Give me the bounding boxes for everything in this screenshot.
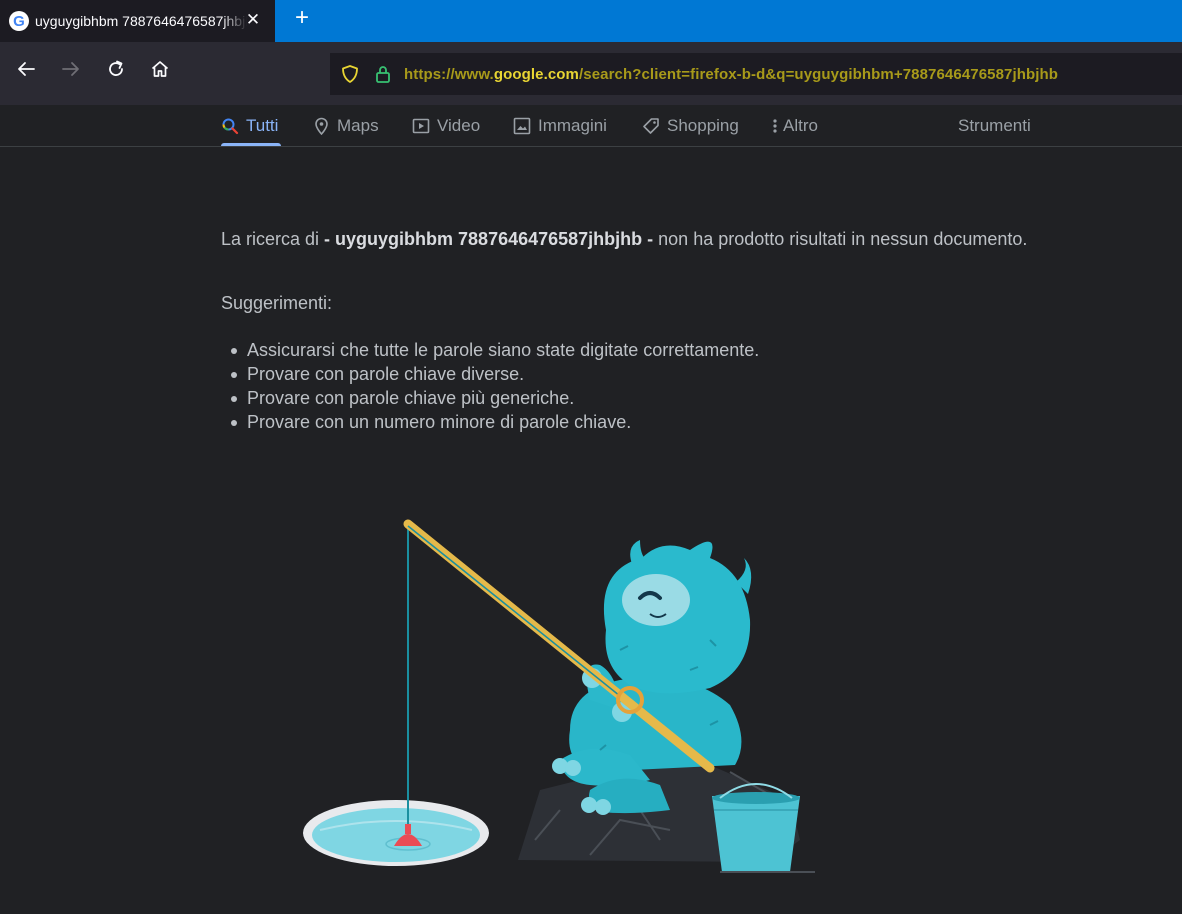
back-button[interactable]: [13, 56, 39, 82]
tab-maps[interactable]: Maps: [313, 105, 379, 147]
tab-label: Tutti: [246, 116, 279, 135]
tools-button[interactable]: Strumenti: [958, 105, 1031, 147]
list-item: Provare con un numero minore di parole c…: [230, 410, 759, 434]
new-tab-button[interactable]: +: [290, 6, 314, 30]
url-bar[interactable]: https://www.google.com/search?client=fir…: [330, 53, 1182, 95]
tag-icon: [643, 118, 659, 134]
home-button[interactable]: [147, 56, 173, 82]
reload-icon: [109, 60, 123, 76]
back-arrow-icon: [18, 62, 35, 76]
tab-tutti[interactable]: Tutti: [221, 105, 278, 147]
no-results-message: La ricerca di - uyguygibhbm 788764647658…: [221, 229, 1028, 249]
search-query: - uyguygibhbm 7887646476587jhbjhb -: [324, 229, 654, 249]
image-icon: [513, 117, 531, 135]
tab-label: Altro: [783, 116, 818, 135]
active-tab-indicator: [221, 143, 281, 146]
more-vert-icon: [773, 119, 777, 133]
list-item: Provare con parole chiave diverse.: [230, 362, 759, 386]
video-icon: [412, 118, 430, 134]
reload-button[interactable]: [103, 56, 129, 82]
home-icon: [151, 61, 169, 77]
suggestions-title: Suggerimenti:: [221, 293, 333, 313]
url-text[interactable]: https://www.google.com/search?client=fir…: [404, 66, 1058, 83]
list-item: Provare con parole chiave più generiche.: [230, 386, 759, 410]
browser-tab[interactable]: G uyguygibhbm 7887646476587jhbjhb ✕: [0, 0, 275, 42]
fishing-monster-illustration: [303, 519, 815, 873]
list-item: Assicurarsi che tutte le parole siano st…: [230, 340, 760, 360]
lock-icon[interactable]: [374, 64, 392, 84]
google-favicon-icon: G: [9, 11, 29, 31]
tab-label: Maps: [337, 116, 379, 135]
tab-label: Immagini: [538, 116, 607, 135]
tab-bar: G uyguygibhbm 7887646476587jhbjhb ✕ +: [0, 0, 1182, 42]
map-pin-icon: [315, 117, 328, 135]
search-tabs: Tutti Maps Video Immagini Shopping Altro…: [0, 105, 1182, 147]
suggestions-list: Assicurarsi che tutte le parole siano st…: [230, 338, 760, 434]
close-tab-icon[interactable]: ✕: [243, 10, 263, 30]
navigation-toolbar: https://www.google.com/search?client=fir…: [0, 42, 1182, 105]
search-icon: [222, 118, 239, 135]
tab-altro[interactable]: Altro: [772, 105, 818, 147]
tab-shopping[interactable]: Shopping: [642, 105, 739, 147]
tab-label: Shopping: [667, 116, 739, 135]
tab-title: uyguygibhbm 7887646476587jhbjhb: [35, 13, 247, 29]
tab-video[interactable]: Video: [412, 105, 480, 147]
tab-immagini[interactable]: Immagini: [513, 105, 607, 147]
forward-arrow-icon: [62, 62, 79, 76]
tracking-protection-shield-icon[interactable]: [340, 64, 360, 84]
tab-label: Video: [437, 116, 481, 135]
forward-button[interactable]: [58, 56, 84, 82]
